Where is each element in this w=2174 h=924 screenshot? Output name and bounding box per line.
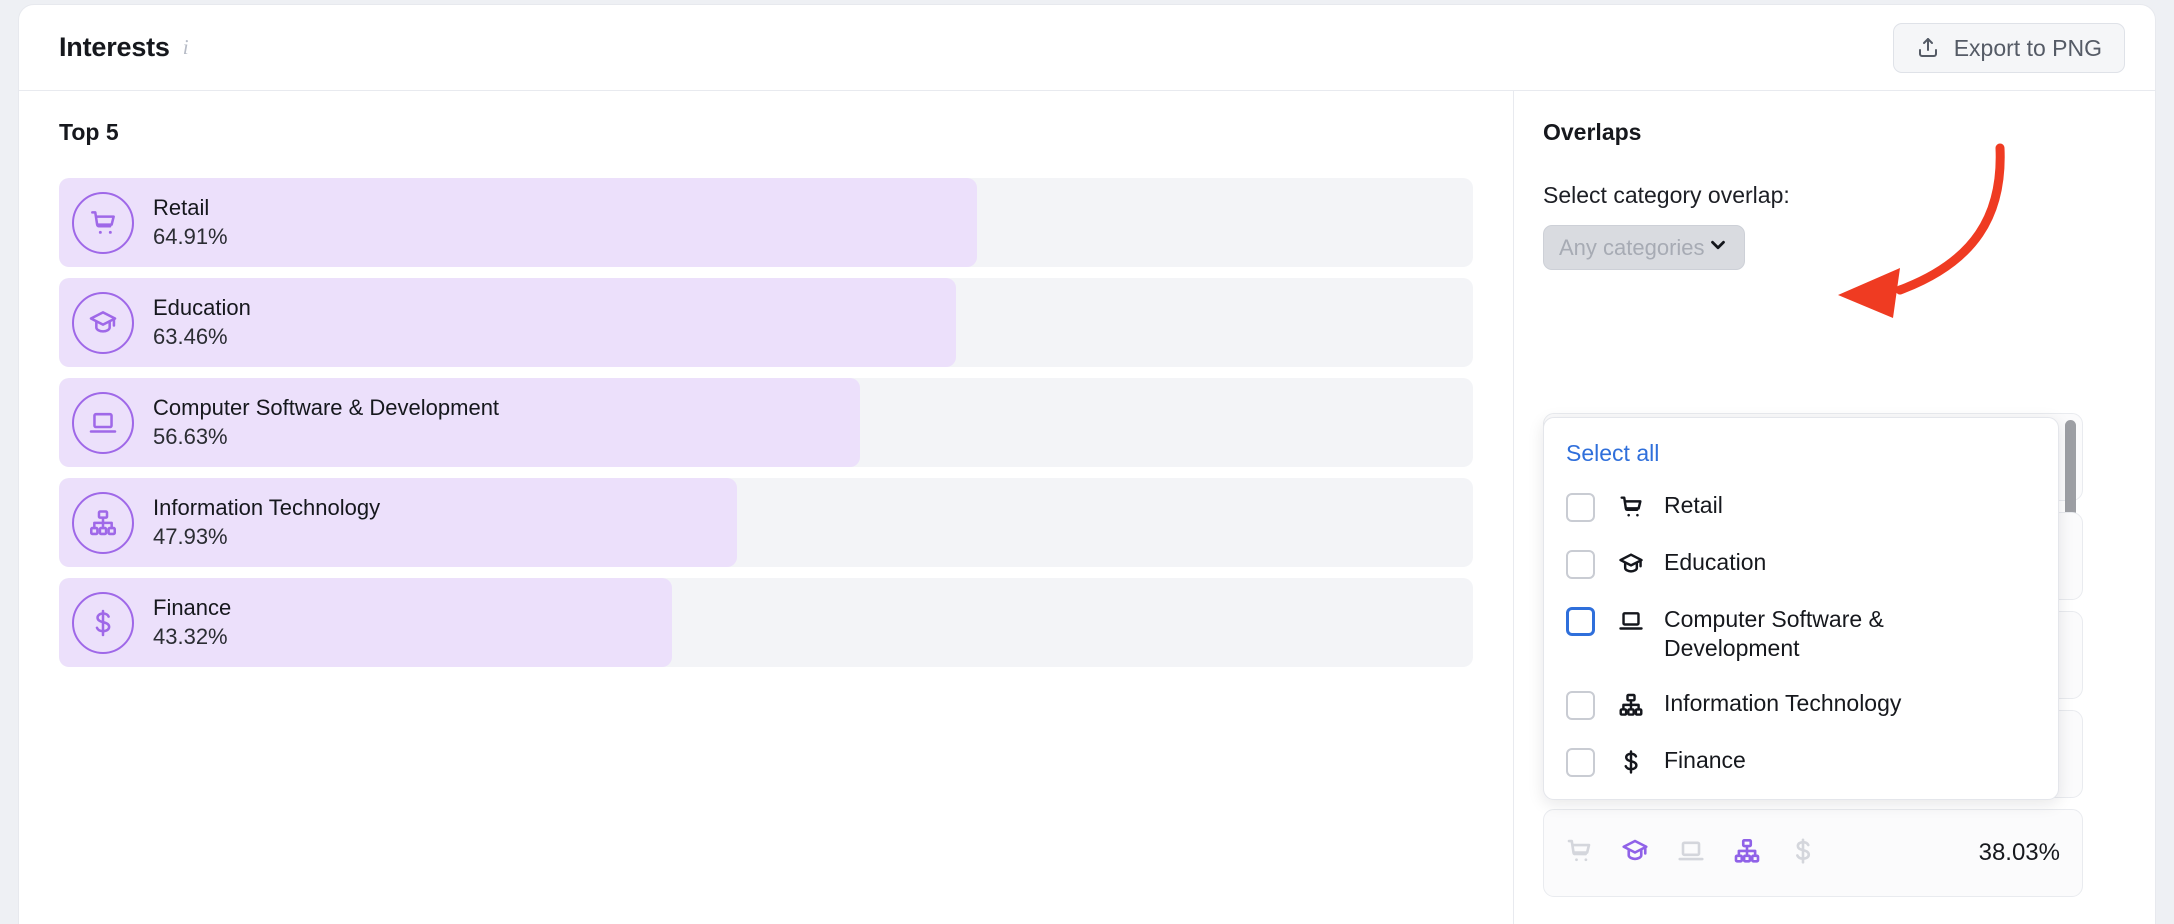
option-checkbox[interactable] [1566,747,1595,777]
option-label: Finance [1664,746,1746,773]
dropdown-option-list: Retail Education Computer Software & Dev… [1544,491,2058,777]
cart-icon [72,191,134,254]
overlap-card[interactable]: 38.03% [1543,809,2083,897]
cart-icon [1614,493,1648,521]
sitemap-icon [1614,691,1648,719]
category-overlap-dropdown[interactable]: Any categories [1543,225,1745,270]
option-checkbox[interactable] [1566,690,1595,720]
graduation-cap-icon [1614,550,1648,578]
overlaps-title: Overlaps [1543,119,1642,145]
interest-bar-row: Retail 64.91% [59,178,1473,267]
dropdown-option[interactable]: Information Technology [1544,689,2058,720]
dropdown-option[interactable]: Finance [1544,746,2058,777]
overlaps-panel: Overlaps Select category overlap: Any ca… [1515,91,2155,924]
laptop-icon [1614,607,1648,635]
interest-value: 64.91% [153,223,228,249]
overlap-scrollbar-thumb[interactable] [2065,420,2076,518]
interest-label: Retail [153,195,210,221]
export-to-png-button[interactable]: Export to PNG [1892,23,2125,73]
chevron-down-icon [1707,234,1729,262]
interest-label: Information Technology [153,495,381,521]
option-checkbox[interactable] [1566,550,1595,579]
interest-value: 63.46% [153,323,228,349]
top5-panel: Top 5 Retail 64.91% Education 63.46% Com… [19,91,1514,924]
interest-bar-row: Computer Software & Development 56.63% [59,378,1473,467]
interest-label: Finance [153,595,232,621]
interest-label: Computer Software & Development [153,395,500,421]
select-all-link[interactable]: Select all [1544,440,2058,467]
sitemap-icon [1732,836,1762,871]
export-button-label: Export to PNG [1953,34,2102,61]
interest-label: Education [153,295,251,321]
dollar-icon [1788,836,1818,871]
laptop-icon [1676,836,1706,871]
cart-icon [1564,836,1594,871]
dropdown-option[interactable]: Education [1544,548,2058,579]
laptop-icon [72,391,134,454]
dropdown-placeholder: Any categories [1559,234,1705,260]
interest-bar-row: Information Technology 47.93% [59,478,1473,567]
interest-value: 43.32% [153,623,228,649]
graduation-cap-icon [72,291,134,354]
interests-page: Interests i Export to PNG Top 5 Retail 6… [0,0,2174,924]
option-label: Education [1664,549,1767,575]
select-overlap-label: Select category overlap: [1543,182,1790,208]
option-label: Computer Software & Development [1664,606,1884,661]
category-dropdown-menu: Select all Retail Education Computer Sof… [1543,417,2059,800]
interests-card: Interests i Export to PNG Top 5 Retail 6… [18,4,2156,924]
option-label: Retail [1664,492,1723,518]
dropdown-option[interactable]: Retail [1544,491,2058,522]
page-title: Interests [59,32,170,62]
interest-bar-row: Education 63.46% [59,278,1473,367]
interest-value: 56.63% [153,423,228,449]
card-header: Interests i Export to PNG [19,5,2155,91]
info-icon[interactable]: i [183,35,189,60]
interest-bar-row: Finance 43.32% [59,578,1473,667]
top5-title: Top 5 [59,119,119,145]
dropdown-option[interactable]: Computer Software & Development [1544,605,2058,663]
interest-value: 47.93% [153,523,228,549]
overlap-icon-group [1564,836,1818,871]
graduation-cap-icon [1620,836,1650,871]
interest-bar-list: Retail 64.91% Education 63.46% Computer … [59,178,1473,667]
upload-icon [1916,36,1940,60]
option-checkbox[interactable] [1566,607,1595,636]
dollar-icon [1614,748,1648,776]
sitemap-icon [72,491,134,554]
option-checkbox[interactable] [1566,493,1595,522]
dollar-icon [72,591,134,654]
overlap-percent: 38.03% [1978,839,2060,866]
option-label: Information Technology [1664,689,1902,716]
